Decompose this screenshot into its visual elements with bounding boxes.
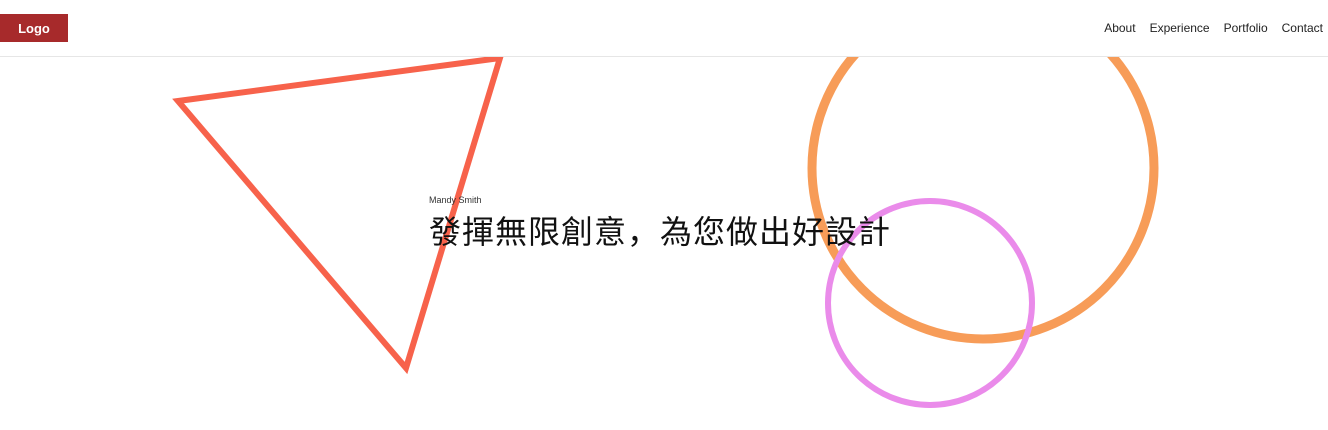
logo-button[interactable]: Logo (0, 14, 68, 42)
nav-link-portfolio[interactable]: Portfolio (1224, 21, 1268, 35)
hero-section: Mandy Smith 發揮無限創意，為您做出好設計 (429, 194, 891, 252)
nav-link-contact[interactable]: Contact (1282, 21, 1323, 35)
hero-headline: 發揮無限創意，為您做出好設計 (429, 213, 892, 251)
main-nav: About Experience Portfolio Contact (1104, 0, 1323, 56)
top-navbar: Logo About Experience Portfolio Contact (0, 0, 1328, 57)
nav-link-experience[interactable]: Experience (1150, 21, 1210, 35)
nav-link-about[interactable]: About (1104, 21, 1135, 35)
page: Logo About Experience Portfolio Contact … (0, 0, 1328, 430)
author-name: Mandy Smith (429, 195, 482, 205)
